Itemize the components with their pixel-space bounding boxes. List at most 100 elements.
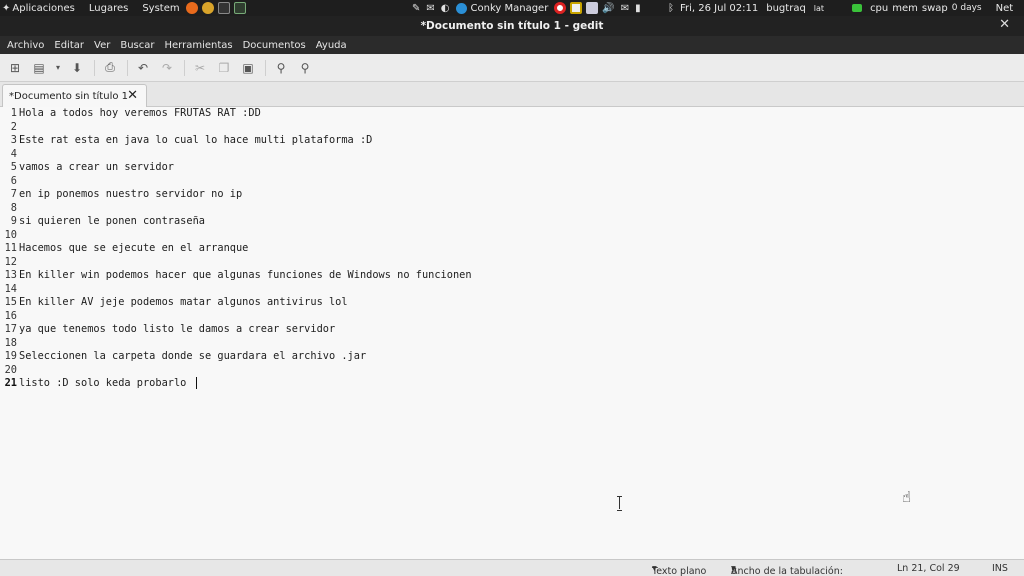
monitor-launcher-icon[interactable] xyxy=(233,2,246,14)
line-text[interactable]: listo :D solo keda probarlo xyxy=(17,377,193,391)
line-text[interactable]: si quieren le ponen contraseña xyxy=(17,215,205,229)
updates-icon[interactable] xyxy=(586,2,599,14)
tab-label: *Documento sin título 1 xyxy=(9,90,129,102)
editor-line[interactable]: 21 listo :D solo keda probarlo xyxy=(0,377,197,391)
chevron-down-icon[interactable]: ▾ xyxy=(54,59,62,77)
print-icon[interactable]: ⎙ xyxy=(101,59,119,77)
editor-line[interactable]: 11 Hacemos que se ejecute en el arranque xyxy=(0,242,249,256)
line-number: 16 xyxy=(4,309,17,322)
conky-manager-label[interactable]: Conky Manager xyxy=(471,3,549,14)
editor-line[interactable]: 7 en ip ponemos nuestro servidor no ip xyxy=(0,188,242,202)
editor-line[interactable]: 9 si quieren le ponen contraseña xyxy=(0,215,205,229)
signal-icon[interactable]: ▮ xyxy=(635,3,641,14)
line-text[interactable]: Seleccionen la carpeta donde se guardara… xyxy=(17,350,366,364)
editor-line[interactable]: 18 xyxy=(0,337,19,351)
editor-line[interactable]: 19 Seleccionen la carpeta donde se guarda… xyxy=(0,350,367,364)
menu-herramientas[interactable]: Herramientas xyxy=(164,40,232,51)
menu-ayuda[interactable]: Ayuda xyxy=(316,40,347,51)
new-document-icon[interactable]: ⊞ xyxy=(6,59,24,77)
editor-line[interactable]: 14 xyxy=(0,283,19,297)
pen-icon[interactable]: ✎ xyxy=(412,3,420,14)
undo-icon[interactable]: ↶ xyxy=(134,59,152,77)
line-number: 15 xyxy=(4,296,17,308)
battery-icon xyxy=(852,4,863,12)
window-close-button[interactable]: ✕ xyxy=(999,17,1010,32)
editor-line[interactable]: 12 xyxy=(0,256,19,270)
syntax-selector[interactable]: Texto plano ▾ xyxy=(652,563,706,576)
menu-ver[interactable]: Ver xyxy=(94,40,110,51)
editor-line[interactable]: 8 xyxy=(0,202,19,216)
editor-line[interactable]: 2 xyxy=(0,121,19,135)
menu-buscar[interactable]: Buscar xyxy=(120,40,154,51)
chrome-launcher-icon[interactable] xyxy=(201,2,214,14)
line-number: 8 xyxy=(10,201,17,214)
line-text[interactable]: vamos a crear un servidor xyxy=(17,161,174,175)
cut-icon[interactable]: ✂ xyxy=(191,59,209,77)
bluetooth-icon[interactable]: ᛒ xyxy=(668,3,674,14)
save-icon[interactable]: ⬇ xyxy=(68,59,86,77)
editor-line[interactable]: 20 xyxy=(0,364,19,378)
line-number: 13 xyxy=(4,269,17,281)
text-editor[interactable]: ☝ 1 Hola a todos hoy veremos FRUTAS RAT :… xyxy=(0,107,1024,559)
line-text[interactable]: en ip ponemos nuestro servidor no ip xyxy=(17,188,242,202)
notes-icon[interactable]: ✉ xyxy=(426,3,434,14)
line-number: 11 xyxy=(4,242,17,254)
line-number: 18 xyxy=(4,336,17,349)
mail-icon[interactable]: ✉ xyxy=(621,3,629,14)
editor-line[interactable]: 10 xyxy=(0,229,19,243)
paste-icon[interactable]: ▣ xyxy=(239,59,257,77)
line-text[interactable]: Hola a todos hoy veremos FRUTAS RAT :DD xyxy=(17,107,261,121)
line-number: 10 xyxy=(4,228,17,241)
syntax-label: Texto plano xyxy=(652,566,707,576)
terminal-launcher-icon[interactable] xyxy=(217,2,230,14)
mouse-pointer-icon: ☝ xyxy=(902,488,912,506)
pause-icon[interactable] xyxy=(570,2,583,14)
editor-line[interactable]: 3 Este rat esta en java lo cual lo hace m… xyxy=(0,134,373,148)
line-number: 19 xyxy=(4,350,17,362)
volume-icon[interactable]: 🔊 xyxy=(602,3,614,14)
copy-icon[interactable]: ❐ xyxy=(215,59,233,77)
editor-line[interactable]: 6 xyxy=(0,175,19,189)
clock[interactable]: Fri, 26 Jul 02:11 xyxy=(680,3,758,14)
skype-icon[interactable] xyxy=(455,2,467,14)
redo-icon[interactable]: ↷ xyxy=(158,59,176,77)
line-text[interactable]: ya que tenemos todo listo le damos a cre… xyxy=(17,323,335,337)
line-number: 3 xyxy=(10,134,17,146)
menu-documentos[interactable]: Documentos xyxy=(243,40,306,51)
editor-line[interactable]: 17 ya que tenemos todo listo le damos a c… xyxy=(0,323,336,337)
distro-logo-icon[interactable]: ✦ xyxy=(2,3,10,14)
line-number: 2 xyxy=(10,120,17,133)
net-label: Net xyxy=(995,2,1014,14)
line-text[interactable]: Este rat esta en java lo cual lo hace mu… xyxy=(17,134,372,148)
editor-line[interactable]: 13 En killer win podemos hacer que alguna… xyxy=(0,269,472,283)
conky-mem-label: mem xyxy=(892,2,918,14)
record-icon[interactable] xyxy=(554,2,567,14)
line-text[interactable]: Hacemos que se ejecute en el arranque xyxy=(17,242,248,256)
menu-archivo[interactable]: Archivo xyxy=(7,40,44,51)
menu-editar[interactable]: Editar xyxy=(54,40,84,51)
find-icon[interactable]: ⚲ xyxy=(272,59,290,77)
line-text[interactable]: En killer AV jeje podemos matar algunos … xyxy=(17,296,348,310)
editor-line[interactable]: 16 xyxy=(0,310,19,324)
system-menu[interactable]: System xyxy=(142,3,179,14)
window-title: *Documento sin título 1 - gedit xyxy=(420,20,604,32)
tab-width-selector[interactable]: Ancho de la tabulación: 8 ▾ xyxy=(731,563,843,576)
tab-close-button[interactable]: ✕ xyxy=(127,88,138,103)
window-titlebar[interactable]: *Documento sin título 1 - gedit ✕ xyxy=(0,16,1024,36)
editor-line[interactable]: 1 Hola a todos hoy veremos FRUTAS RAT :DD xyxy=(0,107,261,121)
user-label[interactable]: bugtraq xyxy=(766,3,806,14)
editor-line[interactable]: 15 En killer AV jeje podemos matar alguno… xyxy=(0,296,348,310)
find-replace-icon[interactable]: ⚲ xyxy=(296,59,314,77)
tab-document[interactable]: *Documento sin título 1 ✕ xyxy=(2,84,147,107)
firefox-launcher-icon[interactable] xyxy=(185,2,198,14)
line-text[interactable]: En killer win podemos hacer que algunas … xyxy=(17,269,472,283)
applications-menu[interactable]: Aplicaciones xyxy=(12,3,74,14)
editor-line[interactable]: 5 vamos a crear un servidor xyxy=(0,161,174,175)
editor-line[interactable]: 4 xyxy=(0,148,19,162)
open-icon[interactable]: ▤ xyxy=(30,59,48,77)
places-menu[interactable]: Lugares xyxy=(89,3,128,14)
top-panel: ✦ Aplicaciones Lugares System ✎ ✉ ◐ Conk… xyxy=(0,0,1024,16)
eye-icon[interactable]: ◐ xyxy=(441,3,450,14)
line-number: 6 xyxy=(10,174,17,187)
status-bar: Texto plano ▾ Ancho de la tabulación: 8 … xyxy=(0,559,1024,576)
